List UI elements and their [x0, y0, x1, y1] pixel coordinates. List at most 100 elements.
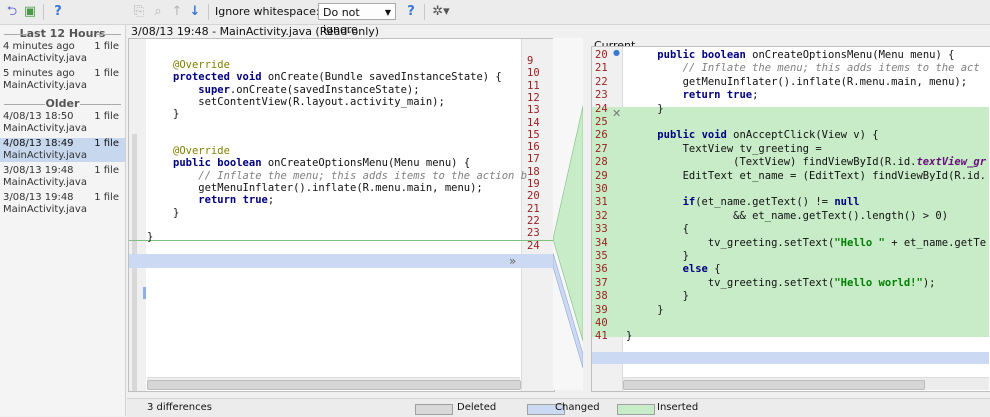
right-line-number: 31: [595, 196, 608, 209]
copy-icon[interactable]: ⎘: [131, 4, 147, 20]
history-group-header: Last 12 Hours: [0, 27, 125, 41]
history-item-file: MainActivity.java: [3, 177, 87, 188]
ignore-whitespace-select[interactable]: Do not ignore ▼: [318, 3, 396, 36]
left-code-line: }: [173, 108, 180, 121]
right-line-number: 21: [595, 62, 608, 75]
right-code-line: public void onAcceptClick(View v) {: [657, 129, 879, 142]
inserted-highlight: [592, 107, 989, 337]
right-scroll-thumb[interactable]: [623, 380, 925, 390]
left-code-line: public boolean onCreateOptionsMenu(Menu …: [173, 157, 471, 170]
diff-connector-area: [552, 38, 584, 390]
right-code-line: {: [632, 223, 689, 236]
right-code-line: else {: [682, 263, 721, 276]
right-code-line: EditText et_name = (EditText) findViewBy…: [632, 169, 987, 182]
history-item-count: 1 file: [94, 41, 119, 52]
left-code-line: }: [173, 206, 180, 219]
previous-diff-icon[interactable]: ↑: [169, 4, 185, 20]
right-code-line: }: [632, 102, 664, 115]
right-line-number: 22: [595, 75, 608, 88]
right-code-pane[interactable]: ✕ ● 20 21 22 23 24 25 26 27 28 29 30 31 32 33 34 35 36 37…: [591, 46, 990, 392]
right-horizontal-scrollbar[interactable]: [623, 377, 989, 390]
left-line-number: 15: [527, 128, 540, 141]
right-line-number: 35: [595, 250, 608, 262]
left-panel-title: 3/08/13 19:48 - MainActivity.java (Read-…: [131, 25, 380, 38]
left-line-number: 17: [527, 153, 540, 166]
ignore-whitespace-label: Ignore whitespace:: [215, 5, 320, 18]
history-item-file: MainActivity.java: [3, 80, 87, 91]
left-line-number: 19: [527, 178, 540, 190]
right-code-line: // Inflate the menu; this adds items to …: [682, 62, 980, 75]
right-line-number: 36: [595, 263, 608, 276]
right-line-number: 23: [595, 89, 608, 102]
right-line-number: 33: [595, 223, 608, 236]
right-line-number: 26: [595, 129, 608, 142]
history-item-count: 1 file: [94, 68, 119, 79]
right-line-number: 34: [595, 236, 608, 249]
right-code-line: if(et_name.getText() != null: [682, 196, 860, 209]
history-item-file: MainActivity.java: [3, 204, 87, 215]
left-line-number: 10: [527, 67, 540, 80]
apply-change-arrow-icon[interactable]: »: [509, 254, 516, 268]
history-item-time: 3/08/13 19:48: [3, 165, 74, 176]
history-item[interactable]: 4/08/13 18:49 1 file MainActivity.java: [0, 138, 125, 162]
history-group-label: Older: [45, 97, 80, 110]
find-icon[interactable]: ⌕: [150, 4, 166, 20]
settings-icon[interactable]: ✲▾: [430, 4, 452, 20]
help-icon[interactable]: ?: [50, 4, 66, 20]
history-item-count: 1 file: [94, 165, 119, 176]
right-line-number: 28: [595, 156, 608, 169]
left-code-line: protected void onCreate(Bundle savedInst…: [173, 71, 502, 84]
right-code-line: }: [632, 303, 664, 316]
right-line-number: 27: [595, 142, 608, 155]
left-scroll-thumb[interactable]: [147, 380, 521, 390]
changed-label: Changed: [555, 402, 600, 413]
history-item-count: 1 file: [94, 138, 119, 149]
right-line-number: 20: [595, 49, 608, 61]
toolbar-separator: [208, 4, 209, 20]
toolbar: ⮌ ▣ ? ⎘ ⌕ ↑ ↓ Ignore whitespace: Do not …: [0, 0, 990, 36]
inserted-marker-line: [129, 240, 553, 241]
right-code-line: }: [632, 290, 689, 303]
history-item-time: 4/08/13 18:50: [3, 111, 74, 122]
left-line-number: 24: [527, 239, 540, 252]
right-line-number: 40: [595, 317, 608, 329]
history-item[interactable]: 3/08/13 19:48 1 file MainActivity.java: [0, 165, 125, 189]
right-line-number: 37: [595, 276, 608, 289]
right-code-line: return true;: [682, 89, 759, 102]
right-line-number: 24: [595, 102, 608, 115]
left-line-number: 13: [527, 104, 540, 117]
left-code-line: // Inflate the menu; this adds items to …: [198, 169, 528, 182]
history-item[interactable]: 3/08/13 19:48 1 file MainActivity.java: [0, 192, 125, 216]
chevron-down-icon: ▼: [384, 8, 391, 17]
right-code-line: }: [632, 250, 689, 262]
help-icon[interactable]: ?: [403, 4, 419, 20]
left-code-pane[interactable]: @Override protected void onCreate(Bundle …: [128, 38, 555, 392]
left-line-number: 23: [527, 227, 540, 240]
left-code-line: getMenuInflater().inflate(R.menu.main, m…: [173, 182, 483, 194]
right-line-number: 25: [595, 116, 608, 128]
left-code-line: @Override: [173, 145, 230, 158]
history-icon[interactable]: ▣: [22, 4, 38, 20]
left-horizontal-scrollbar[interactable]: [147, 377, 521, 390]
left-code-line: @Override: [173, 59, 230, 71]
right-line-number: 39: [595, 303, 608, 316]
revert-icon[interactable]: ⮌: [4, 4, 20, 20]
history-item-file: MainActivity.java: [3, 123, 87, 134]
left-code-line: return true;: [198, 194, 275, 207]
history-sidebar: Last 12 Hours 4 minutes ago 1 file MainActi…: [0, 25, 126, 416]
history-item[interactable]: 5 minutes ago 1 file MainActivity.java: [0, 68, 125, 92]
changed-highlight: [129, 254, 553, 268]
history-item[interactable]: 4 minutes ago 1 file MainActivity.java: [0, 41, 125, 65]
history-item[interactable]: 4/08/13 18:50 1 file MainActivity.java: [0, 111, 125, 135]
history-item-file: MainActivity.java: [3, 53, 87, 64]
right-code-line: getMenuInflater().inflate(R.menu.main, m…: [632, 75, 968, 88]
right-line-number: 30: [595, 183, 608, 195]
right-code-line: tv_greeting.setText("Hello world!");: [632, 276, 936, 289]
next-diff-icon[interactable]: ↓: [187, 4, 203, 20]
right-line-number: 32: [595, 209, 608, 222]
left-line-number: 12: [527, 91, 540, 104]
status-bar: 3 differences Deleted Changed Inserted: [127, 398, 990, 417]
right-line-number: 29: [595, 169, 608, 182]
change-marker: [143, 287, 146, 299]
left-line-number: 14: [527, 116, 540, 129]
